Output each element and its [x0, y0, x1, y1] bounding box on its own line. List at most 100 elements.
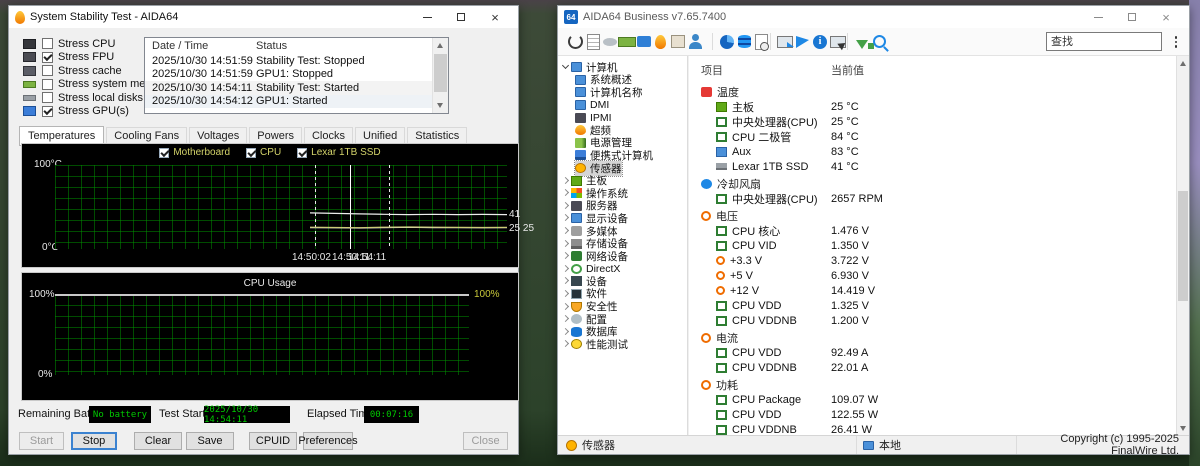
legend-checkbox[interactable]: [159, 148, 169, 158]
start-button[interactable]: Start: [19, 432, 64, 450]
sensor-row[interactable]: CPU 二极管84 °C: [701, 129, 1172, 144]
chevron-right-icon[interactable]: [561, 327, 571, 337]
sensor-row[interactable]: CPU VDD122.55 W: [701, 407, 1172, 422]
chevron-right-icon[interactable]: [561, 176, 571, 186]
chevron-right-icon[interactable]: [561, 251, 571, 261]
sensor-row[interactable]: Lexar 1TB SSD41 °C: [701, 159, 1172, 174]
stress-checkbox[interactable]: [42, 38, 53, 49]
legend-checkbox[interactable]: [246, 148, 256, 158]
cpu-graph-title: CPU Usage: [22, 278, 518, 289]
report-icon[interactable]: [587, 34, 600, 50]
maximize-button[interactable]: [444, 7, 478, 27]
stress-checkbox[interactable]: [42, 92, 53, 103]
remote-control-icon[interactable]: [830, 36, 846, 48]
close-button[interactable]: ×: [1149, 7, 1183, 27]
sensor-row[interactable]: +3.3 V3.722 V: [701, 253, 1172, 268]
close-test-button[interactable]: Close: [463, 432, 508, 450]
clear-button[interactable]: Clear: [134, 432, 182, 450]
stop-button[interactable]: Stop: [71, 432, 117, 450]
tree-item-性能测试[interactable]: 性能测试: [558, 338, 687, 351]
chevron-right-icon[interactable]: [561, 239, 571, 249]
send-icon[interactable]: [796, 36, 809, 48]
database-icon[interactable]: [738, 35, 751, 48]
scroll-up-icon[interactable]: [1180, 61, 1186, 66]
log-scrollbar[interactable]: [432, 38, 448, 113]
sensor-group-header: 电流: [701, 330, 1172, 345]
minimize-button[interactable]: [1081, 7, 1115, 27]
minimize-button[interactable]: [410, 7, 444, 27]
chevron-right-icon[interactable]: [561, 264, 571, 274]
remote-icon[interactable]: [777, 36, 793, 48]
chevron-right-icon[interactable]: [561, 302, 571, 312]
sensor-row[interactable]: CPU VDD92.49 A: [701, 345, 1172, 360]
chevron-right-icon[interactable]: [561, 339, 571, 349]
package-icon[interactable]: [671, 35, 685, 48]
sensor-row[interactable]: CPU VDDNB1.200 V: [701, 313, 1172, 328]
chart-icon[interactable]: [720, 35, 734, 49]
stress-checkbox[interactable]: [42, 52, 53, 63]
info-icon[interactable]: [813, 35, 827, 49]
find-icon[interactable]: [873, 35, 886, 48]
update-icon[interactable]: [856, 40, 868, 49]
sensor-row[interactable]: CPU Package109.07 W: [701, 392, 1172, 407]
chevron-right-icon[interactable]: [561, 226, 571, 236]
legend-item: Motherboard: [159, 147, 230, 158]
more-options-icon[interactable]: [1171, 34, 1181, 50]
video-icon[interactable]: [637, 36, 651, 47]
sensor-row[interactable]: CPU 核心1.476 V: [701, 223, 1172, 238]
sensor-row[interactable]: Aux83 °C: [701, 144, 1172, 159]
temperature-plot-area: [55, 165, 507, 249]
refresh-icon[interactable]: [568, 34, 583, 49]
log-row[interactable]: 2025/10/30 14:51:59Stability Test: Stopp…: [145, 54, 448, 68]
sensor-row[interactable]: 主板25 °C: [701, 99, 1172, 114]
network-icon: [571, 251, 582, 261]
scroll-down-icon[interactable]: [437, 103, 443, 108]
close-button[interactable]: ×: [478, 7, 512, 27]
sensor-row[interactable]: CPU VID1.350 V: [701, 238, 1172, 253]
tree-item-网络设备[interactable]: 网络设备: [558, 250, 687, 263]
legend-checkbox[interactable]: [297, 148, 307, 158]
chevron-down-icon[interactable]: [561, 62, 571, 72]
sensor-label: CPU VDDNB: [732, 424, 797, 436]
sensor-row[interactable]: +5 V6.930 V: [701, 268, 1172, 283]
stress-icon[interactable]: [655, 35, 666, 49]
tree-item-DMI[interactable]: DMI: [558, 99, 687, 112]
scroll-up-icon[interactable]: [437, 43, 443, 48]
save-button[interactable]: Save: [186, 432, 234, 450]
log-row[interactable]: 2025/10/30 14:54:11Stability Test: Start…: [145, 81, 448, 95]
maximize-button[interactable]: [1115, 7, 1149, 27]
chevron-right-icon[interactable]: [561, 213, 571, 223]
sensor-row[interactable]: +12 V14.419 V: [701, 283, 1172, 298]
preferences-button[interactable]: Preferences: [303, 432, 353, 450]
log-row[interactable]: 2025/10/30 14:54:12GPU1: Started: [145, 95, 448, 109]
status-bar: 传感器 本地 Copyright (c) 1995-2025 FinalWire…: [558, 435, 1189, 454]
security-icon: [571, 302, 582, 312]
report-wizard-icon[interactable]: [755, 34, 768, 50]
memory-icon[interactable]: [618, 37, 636, 47]
chevron-right-icon[interactable]: [561, 201, 571, 211]
stress-checkbox[interactable]: [42, 65, 53, 76]
sensor-row[interactable]: 中央处理器(CPU)25 °C: [701, 114, 1172, 129]
user-icon[interactable]: [687, 33, 705, 51]
sensor-row[interactable]: 中央处理器(CPU)2657 RPM: [701, 191, 1172, 206]
tree-item-计算机名称[interactable]: 计算机名称: [558, 86, 687, 99]
test-log-table[interactable]: Date / Time Status 2025/10/30 14:51:59St…: [144, 37, 449, 114]
panel-scrollbar[interactable]: [1176, 56, 1189, 436]
stress-checkbox[interactable]: [42, 106, 53, 117]
cpuid-button[interactable]: CPUID: [249, 432, 297, 450]
scroll-down-icon[interactable]: [1180, 426, 1186, 431]
stability-test-titlebar[interactable]: System Stability Test - AIDA64 ×: [9, 6, 518, 28]
chevron-right-icon[interactable]: [561, 289, 571, 299]
chevron-right-icon[interactable]: [561, 314, 571, 324]
sensor-row[interactable]: CPU VDD1.325 V: [701, 298, 1172, 313]
stress-checkbox[interactable]: [42, 79, 53, 90]
sensor-row[interactable]: CPU VDDNB22.01 A: [701, 360, 1172, 375]
aida64-titlebar[interactable]: 64 AIDA64 Business v7.65.7400 ×: [558, 6, 1189, 28]
chevron-right-icon[interactable]: [561, 188, 571, 198]
log-row[interactable]: 2025/10/30 14:51:59GPU1: Stopped: [145, 68, 448, 82]
scroll-thumb[interactable]: [1178, 191, 1188, 301]
scroll-thumb[interactable]: [434, 54, 447, 92]
preview-icon[interactable]: [603, 38, 617, 46]
search-input[interactable]: [1046, 32, 1162, 51]
chevron-right-icon[interactable]: [561, 276, 571, 286]
